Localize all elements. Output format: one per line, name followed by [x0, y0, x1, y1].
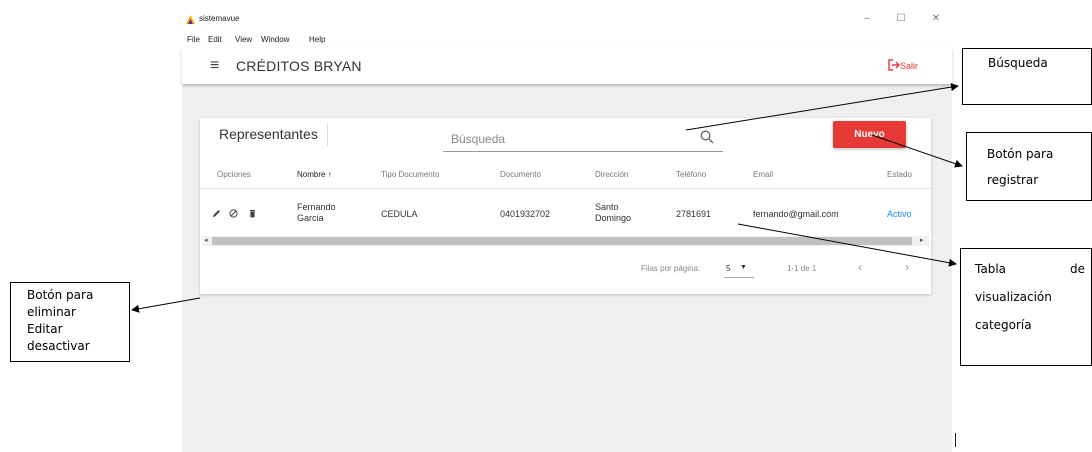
arrow-to-tabla	[737, 223, 957, 267]
annotation-arrows	[131, 83, 963, 313]
arrow-to-busqueda	[685, 83, 959, 131]
arrow-to-registrar	[871, 134, 963, 168]
arrow-to-acciones	[131, 297, 201, 313]
